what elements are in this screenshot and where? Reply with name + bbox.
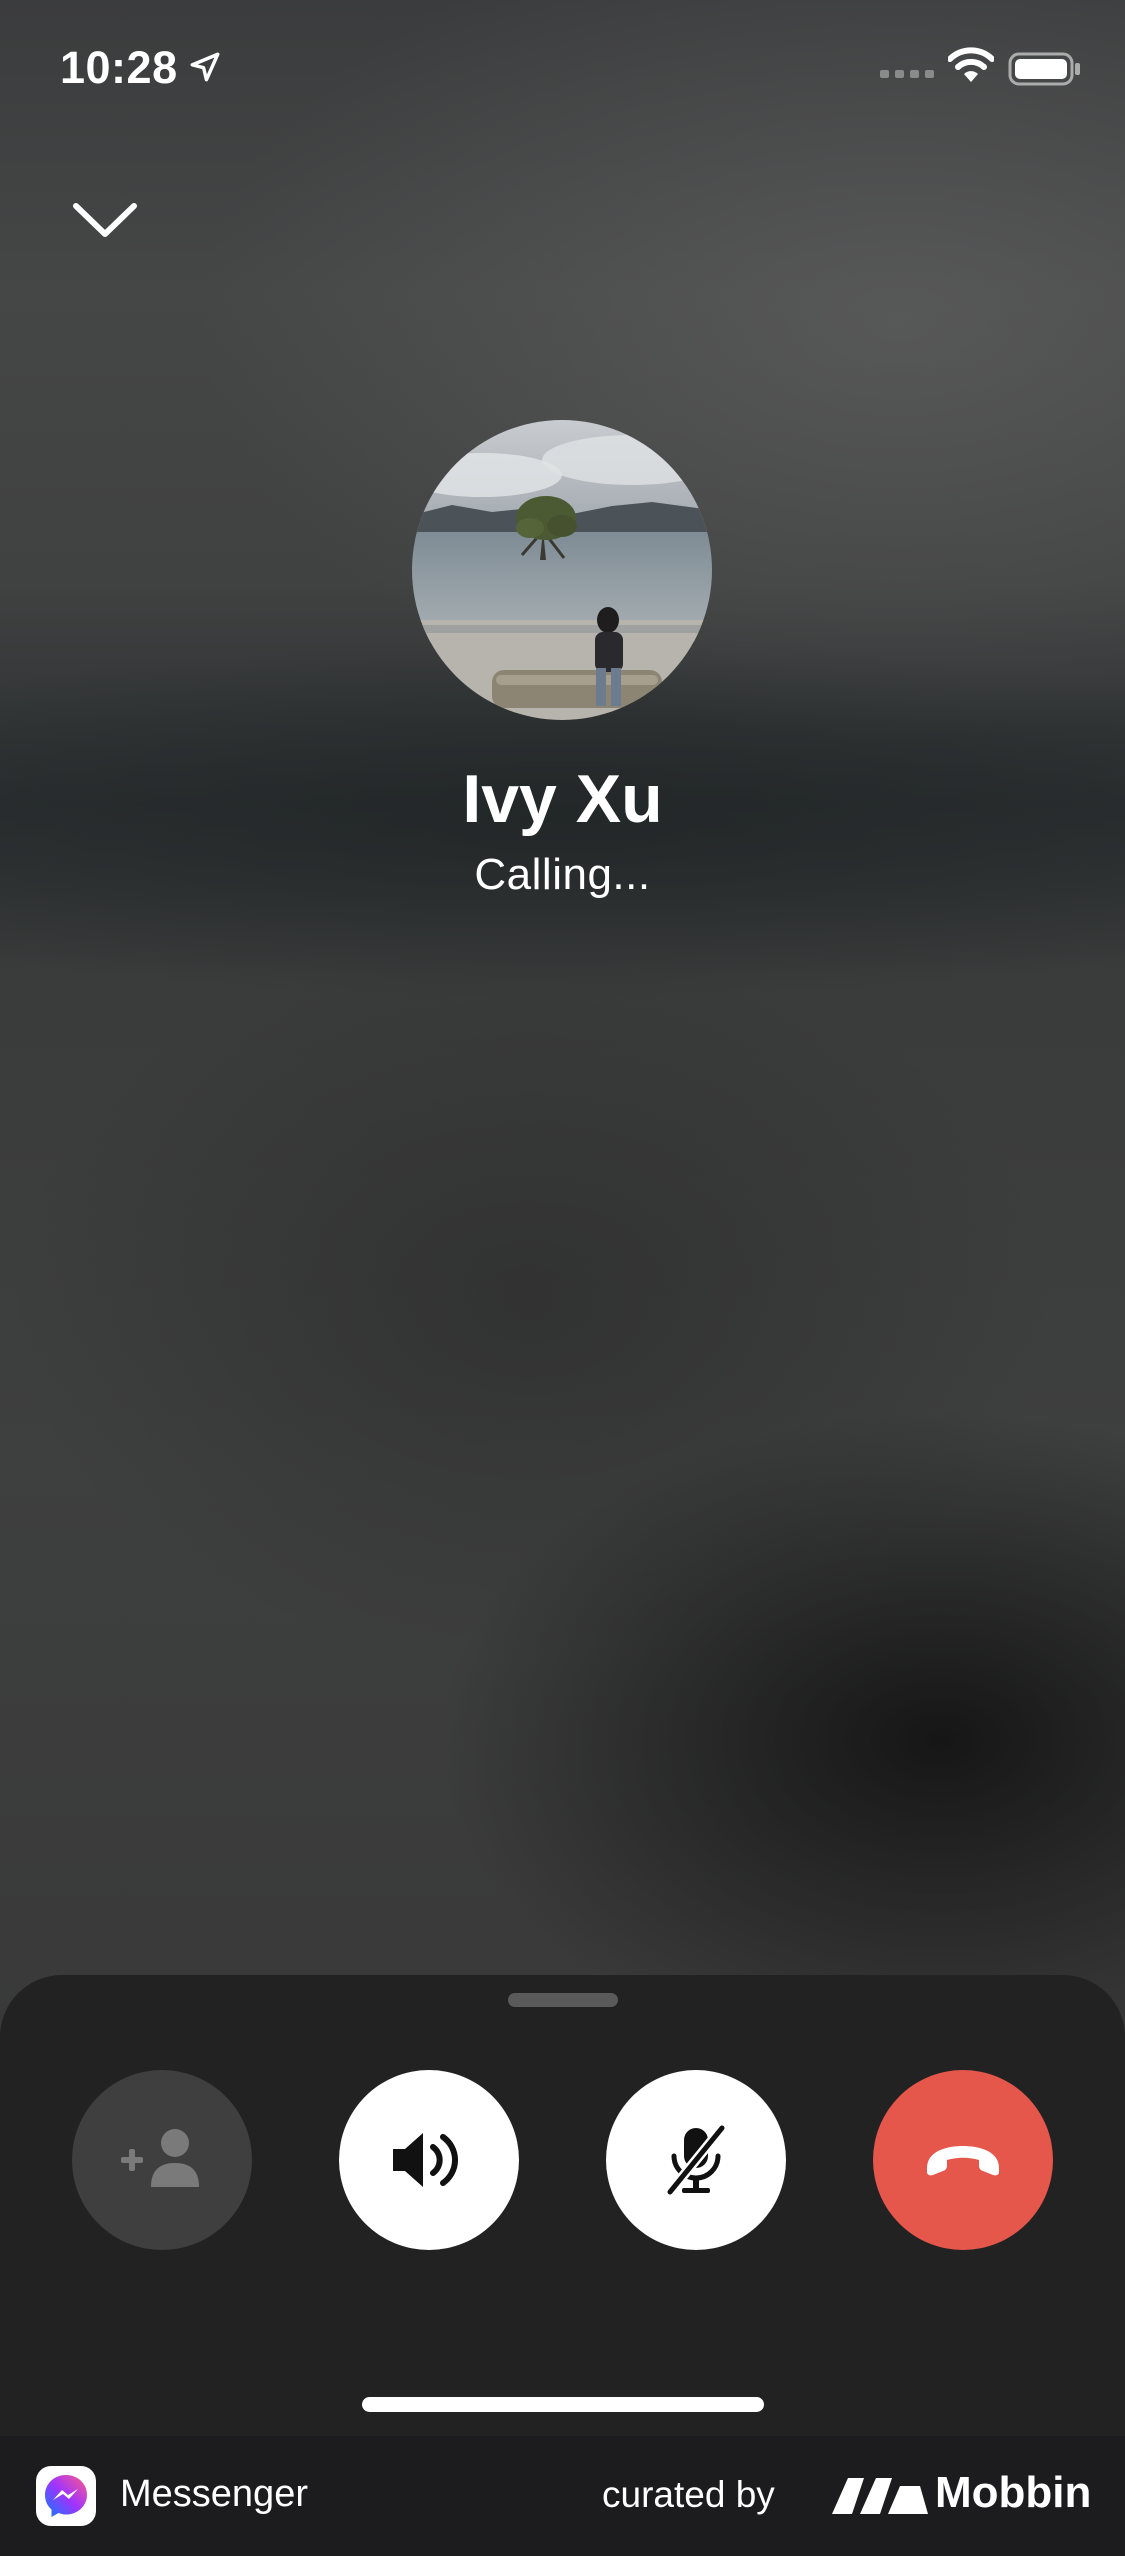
mobbin-brand: Mobbin [935,2468,1092,2517]
contact-photo [412,420,712,720]
messenger-logo-icon [45,2475,87,2517]
speaker-button[interactable] [339,2070,519,2250]
speaker-icon [393,2133,458,2187]
battery-icon [1008,52,1080,86]
mobbin-logo-icon [832,2478,928,2514]
messenger-app-icon [36,2466,96,2526]
cellular-signal-icon [880,70,934,78]
caller-avatar [412,420,712,720]
chevron-down-icon[interactable] [68,190,142,250]
call-status: Calling... [474,850,651,899]
end-call-button[interactable] [873,2070,1053,2250]
status-time: 10:28 [60,42,178,93]
panel-grabber[interactable] [508,1993,618,2007]
caller-name: Ivy Xu [462,761,663,837]
end-call-icon [927,2146,999,2176]
add-person-icon [121,2129,199,2187]
mute-button[interactable] [606,2070,786,2250]
app-name: Messenger [120,2473,308,2515]
footer-bar: Messenger curated by Mobbin [0,2436,1125,2556]
microphone-off-icon [665,2123,727,2197]
location-arrow-icon [190,52,220,82]
add-person-button[interactable] [72,2070,252,2250]
status-bar: 10:28 [0,0,1125,135]
curated-by-label: curated by [602,2474,775,2515]
call-controls-panel [0,1975,1125,2436]
home-indicator[interactable] [362,2397,764,2412]
wifi-icon [948,47,994,82]
